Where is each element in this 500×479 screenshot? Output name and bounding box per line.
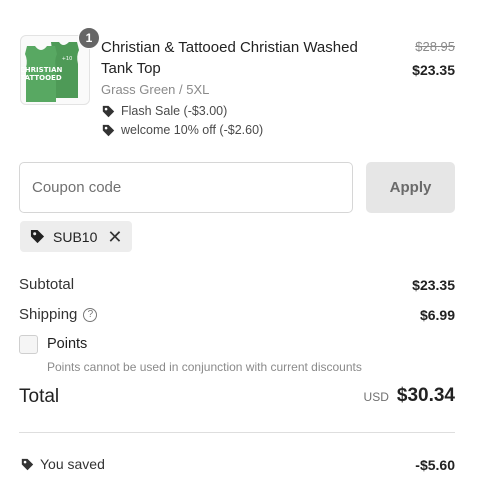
product-title: Christian & Tattooed Christian Washed Ta… — [101, 39, 358, 77]
points-label: Points — [47, 336, 88, 352]
remove-coupon-icon[interactable]: ✕ — [107, 228, 122, 246]
product-thumbnail[interactable]: CHRISTIAN TATTOOED +10 — [20, 35, 90, 105]
total-value: $30.34 — [396, 385, 455, 406]
coupon-code-input[interactable] — [19, 162, 353, 213]
shipping-row-label: Shipping ? — [19, 306, 98, 323]
apply-coupon-button[interactable]: Apply — [366, 162, 455, 213]
points-note: Points cannot be used in conjunction wit… — [47, 360, 362, 374]
discount-line: Flash Sale (-$3.00) — [102, 104, 227, 118]
subtotal-value: $23.35 — [412, 277, 455, 293]
applied-coupon-chip: SUB10 ✕ — [20, 221, 133, 252]
shipping-label: Shipping — [19, 306, 78, 323]
applied-coupon-code: SUB10 — [53, 228, 98, 245]
divider — [19, 432, 455, 433]
tag-icon — [21, 458, 34, 470]
discount-label: welcome 10% off (-$2.60) — [121, 123, 264, 137]
svg-text:CHRISTIAN: CHRISTIAN — [21, 66, 62, 74]
product-variant: Grass Green / 5XL — [101, 82, 210, 97]
savings-row-label: You saved — [21, 456, 105, 472]
help-icon[interactable]: ? — [83, 307, 98, 322]
green-tank-top-icon: CHRISTIAN TATTOOED +10 — [20, 42, 79, 102]
saved-label: You saved — [40, 456, 105, 472]
tag-icon — [30, 229, 45, 244]
svg-text:+10: +10 — [62, 56, 73, 62]
currency-code: USD — [363, 390, 389, 404]
discount-line: welcome 10% off (-$2.60) — [102, 123, 263, 137]
original-price: $28.95 — [415, 39, 455, 54]
tag-icon — [102, 105, 115, 117]
discount-label: Flash Sale (-$3.00) — [121, 104, 228, 118]
subtotal-label: Subtotal — [19, 276, 75, 293]
quantity-badge: 1 — [78, 27, 100, 49]
tag-icon — [102, 124, 115, 136]
shipping-value: $6.99 — [419, 307, 455, 323]
product-price: $23.35 — [412, 62, 455, 78]
saved-value: -$5.60 — [415, 457, 455, 473]
total-value-group: USD $30.34 — [364, 385, 455, 407]
total-label: Total — [19, 386, 60, 407]
points-checkbox[interactable] — [19, 335, 38, 354]
svg-text:TATTOOED: TATTOOED — [21, 74, 62, 82]
